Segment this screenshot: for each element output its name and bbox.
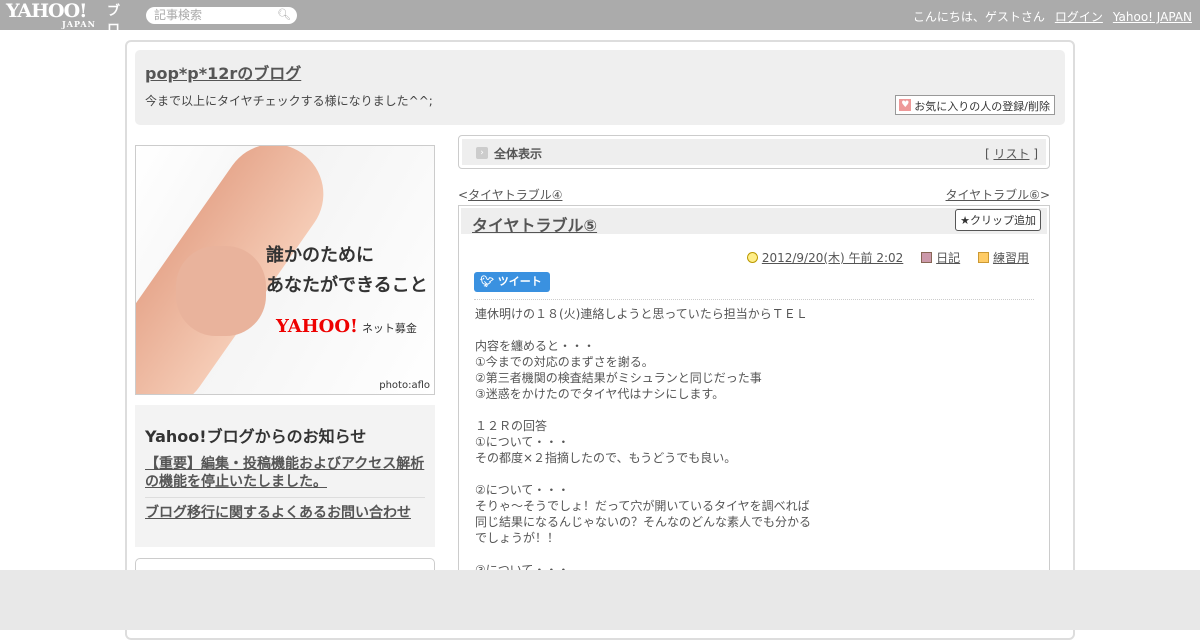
article-body: 連休明けの１８(火)連絡しようと思っていたら担当からＴＥＬ 内容を纏めると・・・… [475,307,812,577]
category-link[interactable]: 日記 [936,251,960,265]
logo-blog: ブログ [107,4,121,55]
list-link[interactable]: リスト [993,147,1029,161]
footer-band [0,570,1200,630]
arrow-icon: › [476,147,488,159]
search-icon[interactable]: 🔍︎ [277,7,291,22]
favorite-button[interactable]: ♥ お気に入りの人の登録/削除 [895,95,1055,115]
article-search-input[interactable]: 記事検索 🔍︎ [146,7,297,24]
date-link[interactable]: 2012/9/20(木) 午前 2:02 [762,251,903,265]
article-header: タイヤトラブル⑤ ★クリップ追加 [461,208,1047,236]
book-icon [921,252,933,263]
next-article-link[interactable]: タイヤトラブル⑥ [946,188,1040,202]
clip-label: クリップ追加 [970,214,1036,227]
folder-link[interactable]: 練習用 [993,251,1029,265]
twitter-icon: 🐦︎ [480,275,498,288]
ad-line2: あなたができること [266,275,428,296]
ad-brand: YAHOO! ネット募金 [276,316,417,337]
search-placeholder: 記事検索 [154,8,203,22]
ad-brand-sub: ネット募金 [361,322,417,335]
notice-panel: Yahoo!ブログからのお知らせ 【重要】編集・投稿機能およびアクセス解析の機能… [135,405,435,547]
blog-title[interactable]: pop*p*12rのブログ [145,60,301,84]
top-bar: YAHOO! JAPAN ブログ 記事検索 🔍︎ こんにちは、ゲストさん ログイン Yah… [0,0,1200,56]
notice-link[interactable]: 【重要】編集・投稿機能およびアクセス解析の機能を停止いたしました。 [145,455,425,495]
hand-image [176,246,266,336]
bracket: [ [984,147,990,161]
article-title[interactable]: タイヤトラブル⑤ [472,212,597,236]
divider [474,299,1034,300]
lt: < [458,188,469,202]
logo-sub: JAPAN [62,19,96,29]
divider [145,497,425,498]
prev-article-link[interactable]: タイヤトラブル④ [468,188,562,202]
list-link-wrap: [ リスト ] [985,145,1038,162]
star-icon: ★ [960,214,970,227]
article-meta: 2012/9/20(木) 午前 2:02 日記 練習用 [733,249,1029,266]
ad-brand-logo: YAHOO! [276,316,358,337]
view-all-label: 全体表示 [494,147,543,161]
login-link[interactable]: ログイン [1055,10,1103,24]
yahoo-blog-logo[interactable]: YAHOO! JAPAN ブログ [6,2,120,56]
blog-header: pop*p*12rのブログ 今まで以上にタイヤチェックする様になりました^^; … [135,50,1065,125]
next-article: タイヤトラブル⑥> [946,186,1050,203]
gt: > [1039,188,1050,202]
ad-line1: 誰かのために [266,245,374,266]
prev-article: <タイヤトラブル④ [458,186,562,203]
notice-title: Yahoo!ブログからのお知らせ [145,427,367,446]
favorite-label: お気に入りの人の登録/削除 [914,100,1050,113]
bracket: ] [1033,147,1038,161]
view-bar: › 全体表示 [ リスト ] [458,135,1050,169]
yahoo-japan-link[interactable]: Yahoo! JAPAN [1113,10,1192,24]
greeting: こんにちは、ゲストさん [912,10,1045,24]
blog-description: 今まで以上にタイヤチェックする様になりました^^; [145,94,433,108]
folder-icon [977,252,989,263]
article: タイヤトラブル⑤ ★クリップ追加 2012/9/20(木) 午前 2:02 日記… [458,205,1050,605]
clock-icon [746,252,758,263]
heart-icon: ♥ [899,99,912,111]
ad-credit: photo:aflo [379,380,430,391]
donation-ad-banner[interactable]: 誰かのためにあなたができること YAHOO! ネット募金 photo:aflo [135,145,435,395]
tweet-button[interactable]: 🐦︎ ツイート [474,272,550,292]
notice-link[interactable]: ブログ移行に関するよくあるお問い合わせ [145,504,425,526]
tweet-label: ツイート [497,275,542,288]
user-nav: こんにちは、ゲストさん ログイン Yahoo! JAPAN [913,8,1192,25]
clip-button[interactable]: ★クリップ追加 [955,209,1041,231]
